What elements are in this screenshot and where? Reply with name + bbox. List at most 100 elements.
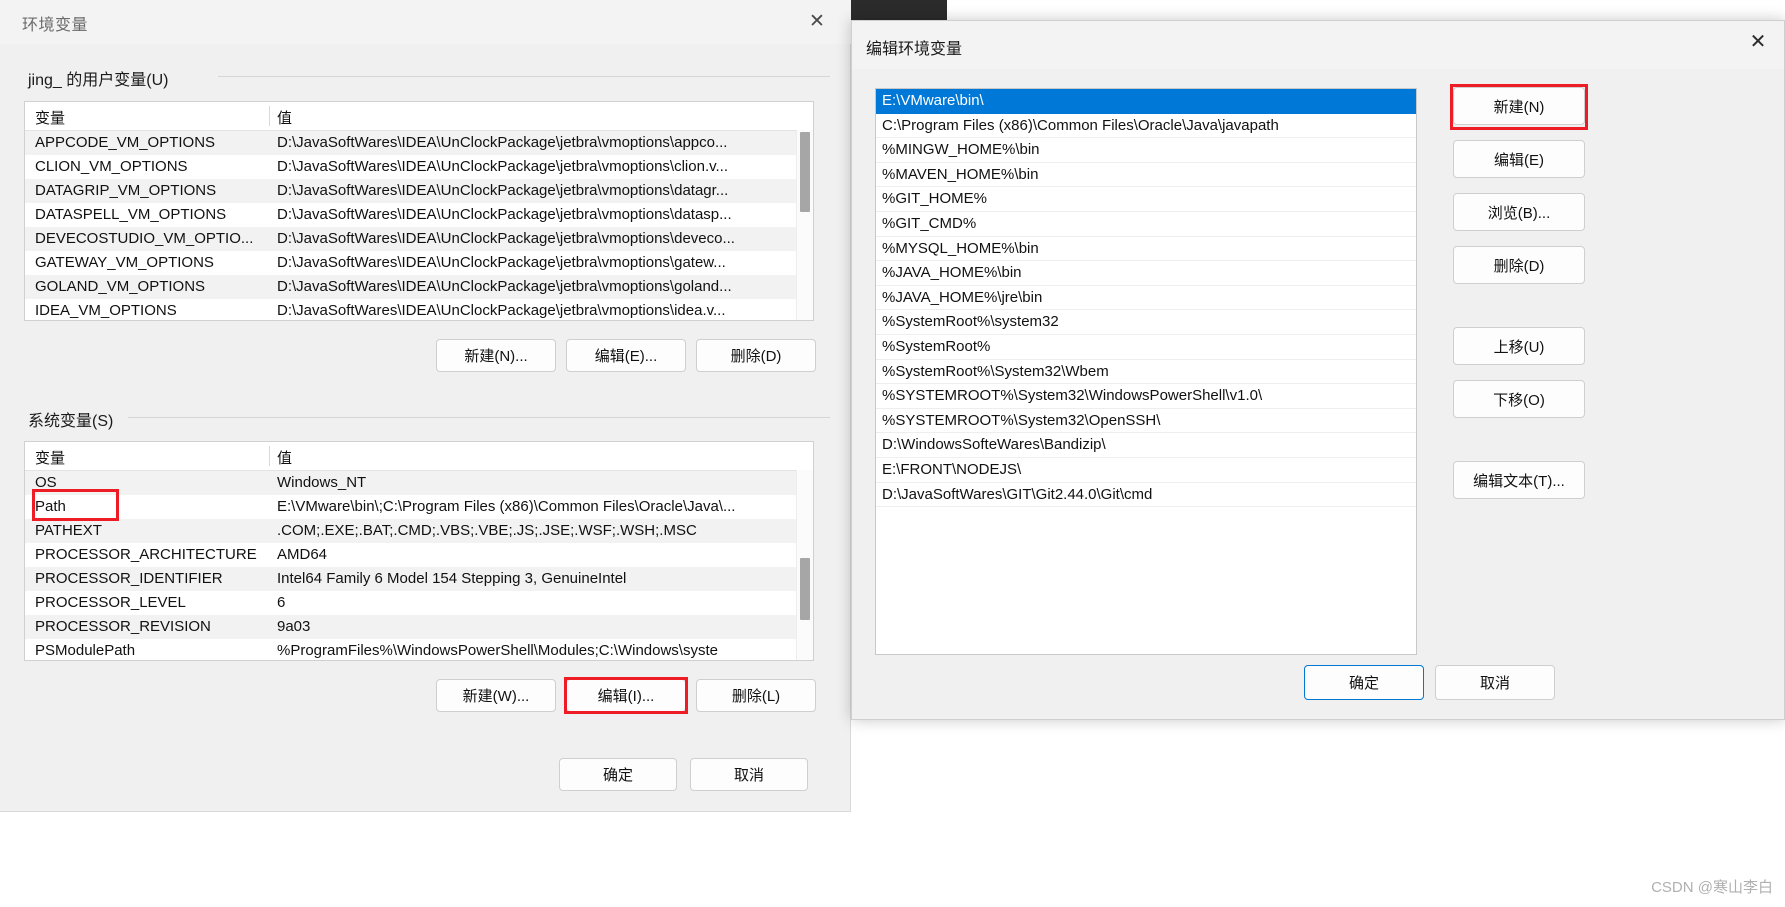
edit-dialog-titlebar: 编辑环境变量 ✕ bbox=[852, 21, 1784, 69]
system-col-variable: 变量 bbox=[35, 450, 66, 467]
system-table-header: 变量 值 bbox=[25, 442, 813, 471]
system-table-scrollbar[interactable] bbox=[796, 470, 813, 660]
table-row[interactable]: PSModulePath %ProgramFiles%\WindowsPowerS… bbox=[25, 639, 813, 660]
system-variables-table[interactable]: 变量 值 OS Windows_NT Path E:\VMware\bin\;C:\P… bbox=[24, 441, 814, 661]
close-icon[interactable]: ✕ bbox=[795, 4, 839, 38]
list-item[interactable]: E:\VMware\bin\ bbox=[876, 89, 1416, 114]
table-row[interactable]: DATAGRIP_VM_OPTIONS D:\JavaSoftWares\IDEA… bbox=[25, 179, 813, 203]
list-item[interactable]: %JAVA_HOME%\bin bbox=[876, 261, 1416, 286]
list-item[interactable]: %MAVEN_HOME%\bin bbox=[876, 163, 1416, 188]
list-item[interactable]: D:\WindowsSofteWares\Bandizip\ bbox=[876, 433, 1416, 458]
list-item[interactable]: %SYSTEMROOT%\System32\WindowsPowerShell\… bbox=[876, 384, 1416, 409]
table-row[interactable]: PROCESSOR_IDENTIFIER Intel64 Family 6 Mod… bbox=[25, 567, 813, 591]
user-table-rows: APPCODE_VM_OPTIONS D:\JavaSoftWares\IDEA\… bbox=[25, 131, 813, 320]
system-variable-name: PSModulePath bbox=[35, 642, 136, 659]
system-col-separator bbox=[269, 446, 270, 466]
list-item[interactable]: C:\Program Files (x86)\Common Files\Orac… bbox=[876, 114, 1416, 139]
system-variable-name: PROCESSOR_REVISION bbox=[35, 618, 211, 635]
user-variables-group-label: jing_ 的用户变量(U) bbox=[22, 66, 175, 90]
user-table-header: 变量 值 bbox=[25, 102, 813, 131]
user-col-separator bbox=[269, 106, 270, 126]
close-icon[interactable]: ✕ bbox=[1732, 21, 1784, 61]
system-col-value: 值 bbox=[277, 450, 293, 467]
system-new-button[interactable]: 新建(W)... bbox=[436, 679, 556, 712]
user-delete-button[interactable]: 删除(D) bbox=[696, 339, 816, 372]
system-variable-value: AMD64 bbox=[277, 546, 328, 563]
list-item[interactable]: %GIT_HOME% bbox=[876, 187, 1416, 212]
edit-cancel-button[interactable]: 取消 bbox=[1435, 665, 1555, 700]
user-variable-value: D:\JavaSoftWares\IDEA\UnClockPackage\jet… bbox=[277, 254, 726, 271]
table-row[interactable]: Path E:\VMware\bin\;C:\Program Files (x86… bbox=[25, 495, 813, 519]
system-variable-value: E:\VMware\bin\;C:\Program Files (x86)\Co… bbox=[277, 498, 736, 515]
system-edit-button[interactable]: 编辑(I)... bbox=[566, 679, 686, 712]
user-group-divider bbox=[218, 76, 830, 77]
background-window-strip bbox=[851, 0, 947, 22]
path-new-button[interactable]: 新建(N) bbox=[1453, 87, 1585, 125]
env-ok-button[interactable]: 确定 bbox=[559, 758, 677, 791]
table-row[interactable]: OS Windows_NT bbox=[25, 471, 813, 495]
user-new-button[interactable]: 新建(N)... bbox=[436, 339, 556, 372]
list-item[interactable]: %SystemRoot%\system32 bbox=[876, 310, 1416, 335]
list-item[interactable]: %MINGW_HOME%\bin bbox=[876, 138, 1416, 163]
env-dialog-titlebar: 环境变量 ✕ bbox=[0, 0, 851, 44]
system-variable-name: OS bbox=[35, 474, 57, 491]
env-cancel-button[interactable]: 取消 bbox=[690, 758, 808, 791]
path-delete-button[interactable]: 删除(D) bbox=[1453, 246, 1585, 284]
table-row[interactable]: PROCESSOR_REVISION 9a03 bbox=[25, 615, 813, 639]
system-variable-name: PATHEXT bbox=[35, 522, 102, 539]
path-browse-button[interactable]: 浏览(B)... bbox=[1453, 193, 1585, 231]
system-variable-value: .COM;.EXE;.BAT;.CMD;.VBS;.VBE;.JS;.JSE;.… bbox=[277, 522, 697, 539]
list-empty-row bbox=[876, 635, 1416, 654]
table-row[interactable]: PROCESSOR_ARCHITECTURE AMD64 bbox=[25, 543, 813, 567]
system-variables-group-label: 系统变量(S) bbox=[22, 407, 120, 431]
list-item[interactable]: %SystemRoot%\System32\Wbem bbox=[876, 360, 1416, 385]
edit-ok-button[interactable]: 确定 bbox=[1304, 665, 1424, 700]
user-table-scrollbar[interactable] bbox=[796, 130, 813, 320]
user-col-value: 值 bbox=[277, 110, 293, 127]
user-variables-table[interactable]: 变量 值 APPCODE_VM_OPTIONS D:\JavaSoftWares\… bbox=[24, 101, 814, 321]
table-row[interactable]: PATHEXT .COM;.EXE;.BAT;.CMD;.VBS;.VBE;.JS… bbox=[25, 519, 813, 543]
user-variable-value: D:\JavaSoftWares\IDEA\UnClockPackage\jet… bbox=[277, 158, 729, 175]
user-edit-button[interactable]: 编辑(E)... bbox=[566, 339, 686, 372]
user-variable-name: CLION_VM_OPTIONS bbox=[35, 158, 188, 175]
list-item[interactable]: D:\JavaSoftWares\GIT\Git2.44.0\Git\cmd bbox=[876, 483, 1416, 508]
path-entries-list[interactable]: E:\VMware\bin\ C:\Program Files (x86)\Com… bbox=[875, 88, 1417, 655]
user-variable-name: APPCODE_VM_OPTIONS bbox=[35, 134, 216, 151]
path-move-down-button[interactable]: 下移(O) bbox=[1453, 380, 1585, 418]
list-item[interactable]: %GIT_CMD% bbox=[876, 212, 1416, 237]
system-variable-value: Intel64 Family 6 Model 154 Stepping 3, G… bbox=[277, 570, 627, 587]
path-edit-text-button[interactable]: 编辑文本(T)... bbox=[1453, 461, 1585, 499]
system-variable-name: PROCESSOR_ARCHITECTURE bbox=[35, 546, 257, 563]
user-variable-name: GOLAND_VM_OPTIONS bbox=[35, 278, 206, 295]
table-row[interactable]: PROCESSOR_LEVEL 6 bbox=[25, 591, 813, 615]
user-variable-name: DATASPELL_VM_OPTIONS bbox=[35, 206, 227, 223]
table-row[interactable]: IDEA_VM_OPTIONS D:\JavaSoftWares\IDEA\UnC… bbox=[25, 299, 813, 320]
path-move-up-button[interactable]: 上移(U) bbox=[1453, 327, 1585, 365]
user-col-variable: 变量 bbox=[35, 110, 66, 127]
path-edit-button[interactable]: 编辑(E) bbox=[1453, 140, 1585, 178]
table-row[interactable]: GATEWAY_VM_OPTIONS D:\JavaSoftWares\IDEA\… bbox=[25, 251, 813, 275]
user-variable-value: D:\JavaSoftWares\IDEA\UnClockPackage\jet… bbox=[277, 278, 732, 295]
table-row[interactable]: CLION_VM_OPTIONS D:\JavaSoftWares\IDEA\Un… bbox=[25, 155, 813, 179]
system-variable-value: 6 bbox=[277, 594, 286, 611]
watermark-text: CSDN @寒山李白 bbox=[1651, 879, 1773, 896]
edit-dialog-title: 编辑环境变量 bbox=[866, 41, 963, 58]
list-item[interactable]: %MYSQL_HOME%\bin bbox=[876, 237, 1416, 262]
user-table-scroll-thumb[interactable] bbox=[800, 132, 810, 212]
table-row[interactable]: DEVECOSTUDIO_VM_OPTIO... D:\JavaSoftWares… bbox=[25, 227, 813, 251]
system-table-scroll-thumb[interactable] bbox=[800, 558, 810, 620]
list-item[interactable]: E:\FRONT\NODEJS\ bbox=[876, 458, 1416, 483]
table-row[interactable]: APPCODE_VM_OPTIONS D:\JavaSoftWares\IDEA\… bbox=[25, 131, 813, 155]
user-variable-value: D:\JavaSoftWares\IDEA\UnClockPackage\jet… bbox=[277, 182, 729, 199]
list-item[interactable]: %SystemRoot% bbox=[876, 335, 1416, 360]
edit-environment-variable-dialog: 编辑环境变量 ✕ E:\VMware\bin\ C:\Program Files … bbox=[851, 20, 1785, 720]
table-row[interactable]: GOLAND_VM_OPTIONS D:\JavaSoftWares\IDEA\U… bbox=[25, 275, 813, 299]
table-row[interactable]: DATASPELL_VM_OPTIONS D:\JavaSoftWares\IDE… bbox=[25, 203, 813, 227]
system-variable-name: PROCESSOR_IDENTIFIER bbox=[35, 570, 223, 587]
list-item[interactable]: %JAVA_HOME%\jre\bin bbox=[876, 286, 1416, 311]
list-item[interactable]: %SYSTEMROOT%\System32\OpenSSH\ bbox=[876, 409, 1416, 434]
system-delete-button[interactable]: 删除(L) bbox=[696, 679, 816, 712]
user-variable-value: D:\JavaSoftWares\IDEA\UnClockPackage\jet… bbox=[277, 206, 732, 223]
user-variable-name: DATAGRIP_VM_OPTIONS bbox=[35, 182, 217, 199]
env-dialog-title: 环境变量 bbox=[22, 17, 89, 34]
